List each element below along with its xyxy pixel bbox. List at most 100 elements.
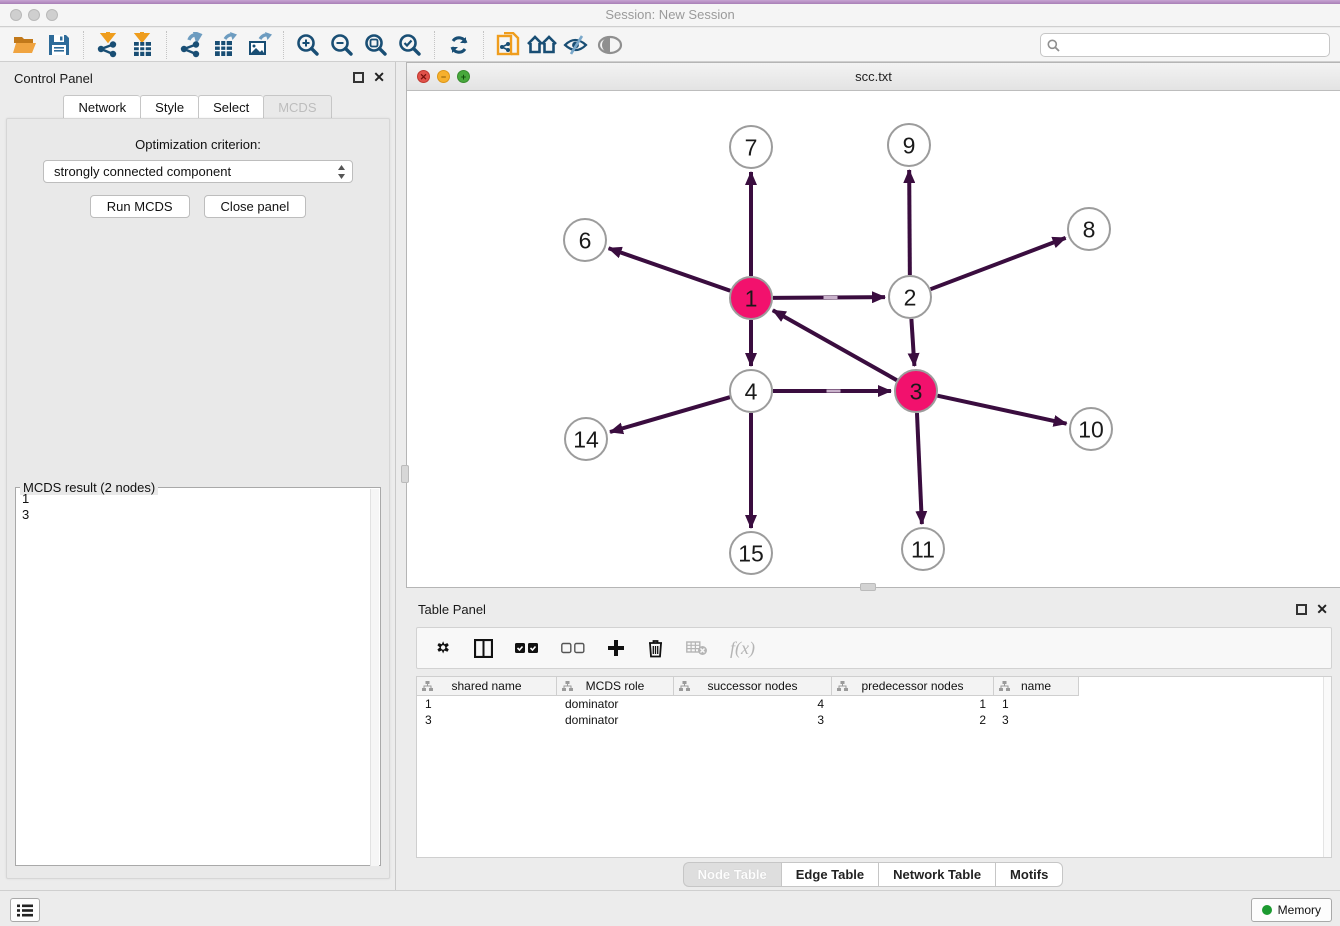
- graph-node-11[interactable]: 11: [902, 528, 944, 570]
- status-bar: Memory: [0, 890, 1340, 926]
- control-panel-tabs: NetworkStyleSelectMCDS: [0, 95, 395, 119]
- table-scrollbar[interactable]: [1323, 677, 1331, 857]
- tab-node-table[interactable]: Node Table: [683, 862, 781, 887]
- split-drag-handle-horizontal[interactable]: [860, 583, 876, 591]
- search-input[interactable]: [1065, 38, 1323, 52]
- tab-mcds[interactable]: MCDS: [263, 95, 331, 119]
- tab-network[interactable]: Network: [63, 95, 140, 119]
- tab-select[interactable]: Select: [198, 95, 263, 119]
- hide-eye-icon[interactable]: [559, 30, 593, 60]
- table-cell[interactable]: 3: [674, 712, 832, 728]
- graph-node-4[interactable]: 4: [730, 370, 772, 412]
- edge-2-3[interactable]: [911, 319, 914, 366]
- edge-2-9[interactable]: [909, 170, 910, 275]
- graph-node-2[interactable]: 2: [889, 276, 931, 318]
- add-column-icon[interactable]: [607, 639, 625, 657]
- tab-motifs[interactable]: Motifs: [995, 862, 1063, 887]
- refresh-icon[interactable]: [442, 30, 476, 60]
- graph-node-6[interactable]: 6: [564, 219, 606, 261]
- column-header-predecessor-nodes[interactable]: predecessor nodes: [832, 677, 994, 696]
- zoom-selected-icon[interactable]: [393, 30, 427, 60]
- graph-node-9[interactable]: 9: [888, 124, 930, 166]
- zoom-out-icon[interactable]: [325, 30, 359, 60]
- toolbar-separator: [83, 31, 84, 59]
- show-eye-icon[interactable]: [593, 30, 627, 60]
- memory-label: Memory: [1278, 903, 1321, 917]
- edge-3-1[interactable]: [773, 310, 897, 380]
- export-table-icon[interactable]: [208, 30, 242, 60]
- export-image-icon[interactable]: [242, 30, 276, 60]
- memory-button[interactable]: Memory: [1251, 898, 1332, 922]
- graph-node-1[interactable]: 1: [730, 277, 772, 319]
- open-session-icon[interactable]: [8, 30, 42, 60]
- import-table-icon[interactable]: [125, 30, 159, 60]
- home-views-icon[interactable]: [525, 30, 559, 60]
- table-cell[interactable]: 4: [674, 696, 832, 712]
- export-network-icon[interactable]: [174, 30, 208, 60]
- column-layout-icon[interactable]: [474, 639, 493, 658]
- column-header-successor-nodes[interactable]: successor nodes: [674, 677, 832, 696]
- table-cell[interactable]: 1: [832, 696, 994, 712]
- svg-text:14: 14: [573, 426, 599, 452]
- delete-column-icon[interactable]: [647, 638, 664, 658]
- zoom-fit-icon[interactable]: [359, 30, 393, 60]
- save-session-icon[interactable]: [42, 30, 76, 60]
- delete-table-icon[interactable]: [686, 641, 708, 656]
- function-builder-icon[interactable]: f(x): [730, 638, 755, 659]
- table-cell[interactable]: 3: [994, 712, 1079, 728]
- column-header-shared-name[interactable]: shared name: [417, 677, 557, 696]
- control-panel: Control Panel ✕ NetworkStyleSelectMCDS O…: [0, 62, 396, 890]
- table-cell[interactable]: 1: [417, 696, 557, 712]
- table-cell[interactable]: dominator: [557, 712, 674, 728]
- network-canvas[interactable]: 7 9 6 8 1 2 4 3 14 10 15 11: [407, 91, 1339, 587]
- search-icon: [1047, 39, 1060, 52]
- graph-node-7[interactable]: 7: [730, 126, 772, 168]
- table-cell[interactable]: 1: [994, 696, 1079, 712]
- optimization-criterion-dropdown[interactable]: strongly connected component: [43, 160, 353, 183]
- graph-node-3[interactable]: 3: [895, 370, 937, 412]
- control-panel-title: Control Panel: [14, 71, 93, 86]
- float-table-panel-icon[interactable]: [1296, 604, 1307, 615]
- table-row[interactable]: 1dominator411: [417, 696, 1331, 712]
- graph-node-8[interactable]: 8: [1068, 208, 1110, 250]
- settings-gear-icon[interactable]: [433, 639, 452, 658]
- table-cell[interactable]: dominator: [557, 696, 674, 712]
- search-field[interactable]: [1040, 33, 1330, 57]
- edge-3-10[interactable]: [937, 396, 1066, 424]
- table-panel-tabs: Node TableEdge TableNetwork TableMotifs: [406, 862, 1340, 887]
- select-all-checks-icon[interactable]: [515, 642, 539, 654]
- edge-3-11[interactable]: [917, 413, 922, 524]
- table-panel: Table Panel ✕: [406, 596, 1340, 890]
- tab-network-table[interactable]: Network Table: [878, 862, 995, 887]
- clone-network-icon[interactable]: [491, 30, 525, 60]
- table-row[interactable]: 3dominator323: [417, 712, 1331, 728]
- deselect-all-checks-icon[interactable]: [561, 642, 585, 654]
- edge-1-6[interactable]: [609, 248, 731, 290]
- float-panel-icon[interactable]: [353, 72, 364, 83]
- graph-node-15[interactable]: 15: [730, 532, 772, 574]
- column-header-MCDS-role[interactable]: MCDS role: [557, 677, 674, 696]
- svg-text:6: 6: [579, 227, 592, 253]
- graph-node-14[interactable]: 14: [565, 418, 607, 460]
- close-panel-button[interactable]: Close panel: [204, 195, 307, 218]
- graph-node-10[interactable]: 10: [1070, 408, 1112, 450]
- table-cell[interactable]: 3: [417, 712, 557, 728]
- close-table-panel-icon[interactable]: ✕: [1316, 601, 1328, 617]
- svg-text:15: 15: [738, 540, 764, 566]
- list-icon: [17, 904, 33, 917]
- close-panel-icon[interactable]: ✕: [373, 69, 385, 85]
- import-network-icon[interactable]: [91, 30, 125, 60]
- split-drag-handle-vertical[interactable]: [401, 465, 409, 483]
- edge-2-8[interactable]: [931, 238, 1066, 289]
- column-header-name[interactable]: name: [994, 677, 1079, 696]
- task-history-button[interactable]: [10, 898, 40, 922]
- mcds-result-scrollbar[interactable]: [370, 489, 379, 866]
- tab-edge-table[interactable]: Edge Table: [781, 862, 878, 887]
- tab-style[interactable]: Style: [140, 95, 198, 119]
- svg-text:2: 2: [904, 284, 917, 310]
- table-cell[interactable]: 2: [832, 712, 994, 728]
- run-mcds-button[interactable]: Run MCDS: [90, 195, 190, 218]
- zoom-in-icon[interactable]: [291, 30, 325, 60]
- edge-4-14[interactable]: [610, 397, 730, 432]
- network-window-titlebar: ✕ − + scc.txt: [407, 63, 1340, 91]
